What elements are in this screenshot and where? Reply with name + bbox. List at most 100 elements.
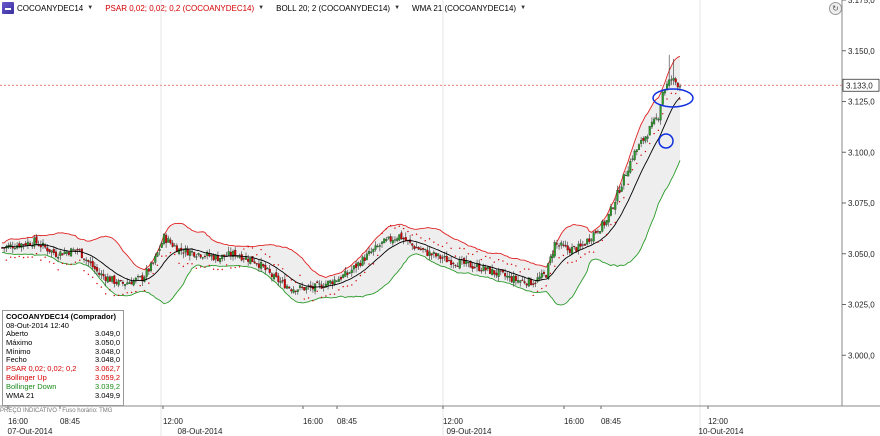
candle-body [601, 221, 604, 232]
status-text: PREÇO INDICATIVO · Fuso horário: TMG [0, 408, 113, 414]
candle-body [35, 236, 38, 244]
candle-body [268, 268, 271, 273]
candle-body [301, 286, 304, 288]
candle-body [294, 290, 297, 292]
psar-dot [476, 250, 478, 253]
candle-body [378, 245, 381, 247]
candle-body [629, 160, 632, 173]
psar-dot [437, 244, 439, 246]
candle-body [285, 285, 289, 289]
x-tick-label: 16:00 [8, 417, 29, 426]
date-label: 07-Out-2014 [8, 427, 53, 436]
psar-dot [407, 230, 409, 233]
candle-body [210, 255, 213, 257]
x-tick-label: 12:00 [443, 417, 464, 426]
candle-body [29, 242, 32, 246]
candle-body [365, 253, 368, 260]
candle-body [542, 271, 545, 274]
candle-body [337, 278, 340, 282]
candle-body [165, 234, 168, 244]
psar-dot [221, 268, 223, 271]
psar-dot [662, 113, 664, 115]
candle-body [372, 248, 375, 252]
psar-dot [294, 281, 297, 284]
candle-body [609, 206, 612, 216]
candle-body [350, 269, 353, 274]
price-chart[interactable]: 3.175,0 3.150,0 3.125,0 3.100,0 3.075,0 3.050… [0, 0, 880, 436]
candle-body [115, 281, 118, 284]
psar-dot [351, 284, 353, 286]
candle-body [519, 280, 522, 283]
y-tick-label: 3.175,0 [848, 0, 875, 5]
candle-body [22, 244, 25, 246]
candle-body [61, 253, 64, 256]
candle-body [57, 257, 60, 259]
candle-body [434, 253, 438, 257]
candle-body [247, 258, 250, 262]
candle-body [24, 243, 27, 246]
candle-body [244, 256, 248, 260]
psar-dot [536, 290, 539, 292]
psar-dot [83, 270, 85, 272]
psar-dot [601, 239, 603, 242]
psar-dot [562, 254, 565, 257]
date-label: 09-Out-2014 [447, 427, 492, 436]
candle-body [430, 253, 433, 256]
candle-body [363, 257, 366, 261]
psar-dot [286, 275, 288, 277]
info-label: WMA 21 [6, 390, 35, 400]
candle-body [383, 238, 386, 244]
candle-body [558, 245, 561, 247]
psar-dot [290, 279, 293, 281]
psar-dot [312, 300, 314, 302]
candle-body [573, 245, 576, 247]
psar-dot [489, 257, 491, 259]
y-tick-label: 3.150,0 [848, 47, 875, 56]
candle-body [266, 268, 269, 270]
psar-dot [40, 259, 42, 261]
candle-body [381, 241, 384, 244]
candle-body [437, 253, 440, 257]
candle-body [329, 280, 332, 284]
psar-dot [204, 266, 206, 268]
candle-body [523, 281, 526, 284]
psar-dot [208, 264, 210, 267]
candle-body [627, 170, 630, 177]
psar-dot [174, 253, 176, 256]
date-label: 10-Out-2014 [699, 427, 744, 436]
candle-body [393, 239, 397, 241]
candle-body [249, 258, 252, 264]
psar-dot [610, 223, 612, 226]
psar-dot [510, 263, 513, 266]
psar-dot [104, 293, 107, 295]
info-value: 3.049,9 [94, 390, 120, 400]
candle-body [422, 247, 425, 250]
candle-body [201, 257, 204, 259]
candle-body [486, 266, 489, 270]
candle-body [577, 243, 580, 251]
psar-dot [588, 251, 591, 253]
candle-body [571, 246, 574, 255]
candle-body [117, 280, 120, 286]
candle-body [91, 260, 94, 268]
candle-body [357, 262, 360, 267]
candle-body [199, 254, 202, 258]
candle-body [130, 281, 133, 285]
candle-body [510, 276, 513, 282]
psar-dot [640, 154, 642, 156]
candle-body [409, 239, 412, 243]
candle-body [331, 281, 334, 285]
candle-body [182, 252, 185, 254]
candle-body [85, 259, 88, 261]
psar-dot [139, 285, 141, 287]
candle-body [620, 186, 623, 192]
psar-dot [506, 263, 508, 265]
candle-body [219, 258, 222, 263]
psar-dot [130, 291, 133, 294]
candle-body [624, 175, 628, 177]
candle-body [411, 243, 414, 246]
candle-body [456, 265, 459, 267]
psar-dot [230, 267, 232, 269]
date-label: 08-Out-2014 [178, 427, 223, 436]
psar-dot [269, 256, 271, 258]
